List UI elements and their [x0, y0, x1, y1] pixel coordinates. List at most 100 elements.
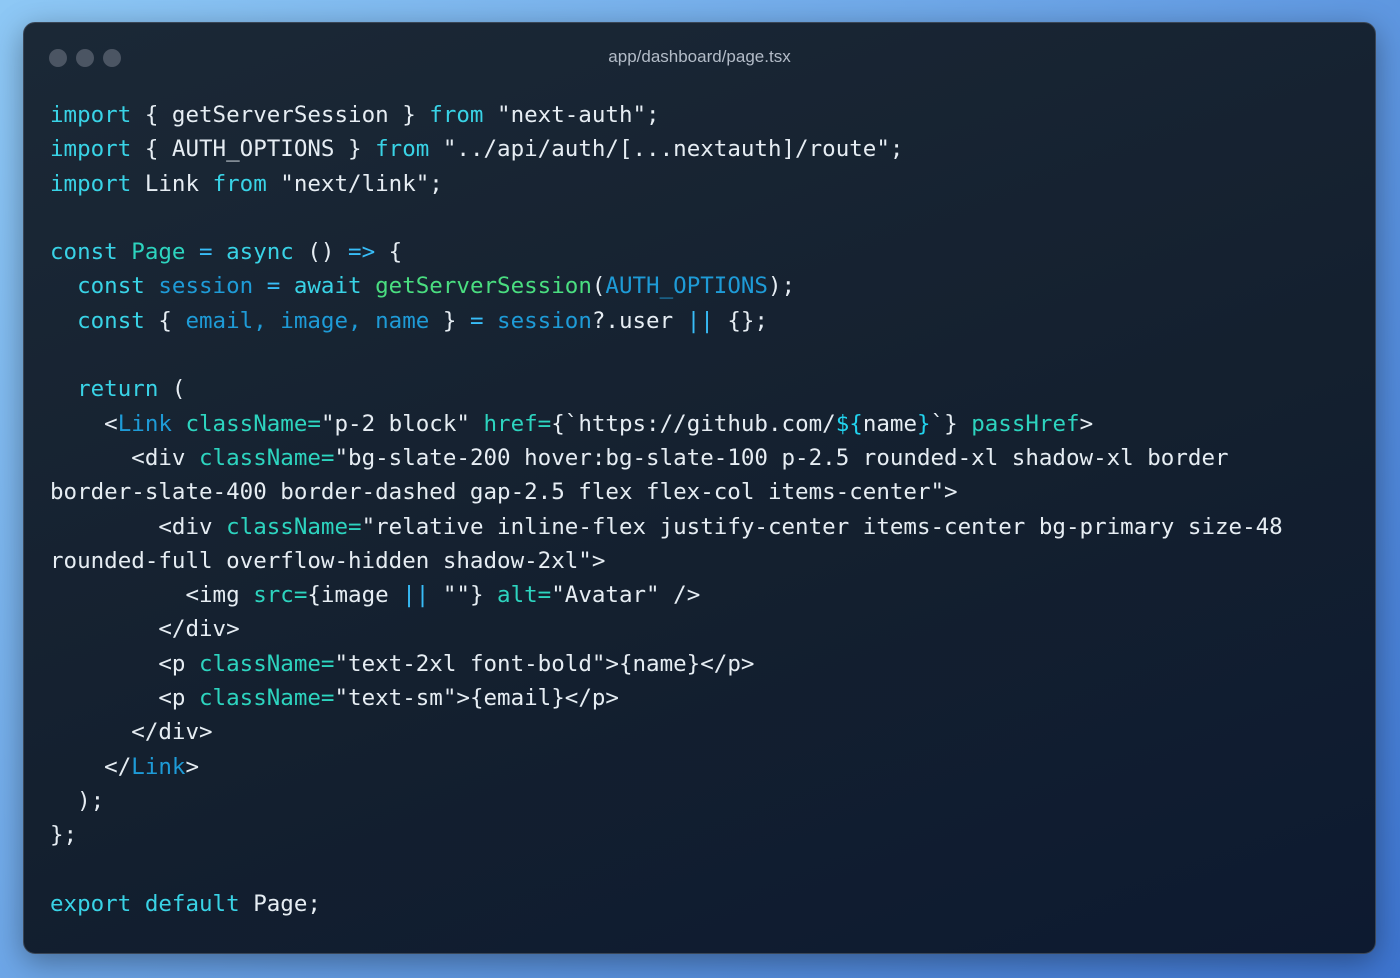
code-token: <p: [50, 685, 200, 712]
code-token: (: [158, 376, 186, 403]
code-token: async: [226, 239, 294, 266]
code-block[interactable]: import { getServerSession } from "next-a…: [50, 98, 1360, 921]
code-token: "bg-slate-200 hover:bg-slate-100 p-2.5 r…: [334, 444, 1229, 471]
code-line: const session = await getServerSession(A…: [50, 269, 1360, 303]
code-line: </div>: [50, 715, 1360, 749]
code-token: import: [50, 170, 132, 197]
code-token: Link: [131, 170, 213, 197]
code-token: className=: [199, 444, 335, 471]
code-token: return: [77, 376, 159, 403]
code-token: <p: [50, 650, 200, 677]
code-token: className=: [226, 513, 362, 540]
code-line: };: [50, 818, 1360, 852]
code-line: <p className="text-2xl font-bold">{name}…: [50, 647, 1360, 681]
code-line: </div>: [50, 612, 1360, 646]
code-token: {: [375, 239, 403, 266]
code-token: ?.user: [591, 307, 687, 334]
code-token: className=: [199, 650, 335, 677]
code-token: Page: [131, 239, 186, 266]
code-token: }: [429, 307, 470, 334]
code-token: </div>: [50, 719, 213, 746]
code-token: (): [293, 239, 349, 266]
code-line: <div className="bg-slate-200 hover:bg-sl…: [50, 441, 1360, 475]
code-token: "p-2 block": [320, 410, 484, 437]
code-token: };: [50, 822, 78, 849]
code-token: from: [429, 102, 484, 128]
code-line: import { getServerSession } from "next-a…: [50, 98, 1360, 132]
code-token: "next-auth";: [483, 102, 660, 128]
code-token: await: [293, 273, 362, 300]
code-line: import Link from "next/link";: [50, 167, 1360, 201]
code-line: export default Page;: [50, 887, 1360, 921]
code-token: const: [50, 239, 118, 266]
code-token: session: [497, 307, 592, 334]
code-line: rounded-full overflow-hidden shadow-2xl"…: [50, 544, 1360, 578]
code-token: className=: [199, 685, 335, 712]
code-token: export: [50, 890, 132, 917]
code-token: `}: [930, 410, 972, 437]
code-line: </Link>: [50, 750, 1360, 784]
code-token: ||: [402, 582, 430, 609]
code-token: from: [375, 136, 430, 163]
code-token: const: [77, 307, 145, 334]
code-token: Link: [131, 753, 186, 780]
code-token: "Avatar" />: [551, 582, 701, 609]
code-token: {image: [307, 582, 403, 609]
code-token: =: [469, 307, 484, 334]
code-line: <img src={image || ""} alt="Avatar" />: [50, 578, 1360, 612]
code-line: import { AUTH_OPTIONS } from "../api/aut…: [50, 132, 1360, 166]
code-token: className=: [185, 410, 321, 437]
code-token: <: [50, 410, 118, 437]
code-token: (: [591, 273, 606, 300]
code-token: getServerSession: [375, 273, 592, 300]
code-line: );: [50, 784, 1360, 818]
code-token: rounded-full overflow-hidden shadow-2xl"…: [50, 547, 606, 574]
code-token: ${: [835, 410, 863, 437]
code-line: const { email, image, name } = session?.…: [50, 304, 1360, 338]
code-token: default: [144, 890, 240, 917]
code-token: import: [50, 102, 132, 128]
code-token: session: [158, 273, 254, 300]
code-token: AUTH_OPTIONS: [605, 273, 768, 300]
code-token: <div: [50, 444, 200, 471]
code-token: }: [917, 410, 931, 437]
code-token: =: [253, 273, 294, 300]
code-token: ||: [686, 307, 714, 334]
code-token: );: [767, 273, 796, 300]
code-line: const Page = async () => {: [50, 235, 1360, 269]
code-line: border-slate-400 border-dashed gap-2.5 f…: [50, 475, 1360, 509]
code-token: { getServerSession }: [131, 102, 430, 128]
code-token: name: [862, 410, 917, 437]
code-token: {`https://github.com/: [551, 410, 836, 437]
code-token: const: [77, 273, 145, 300]
code-token: alt=: [497, 582, 552, 609]
code-window: app/dashboard/page.tsx import { getServe…: [23, 22, 1376, 954]
code-token: href=: [483, 410, 552, 437]
code-token: { AUTH_OPTIONS }: [131, 136, 376, 163]
code-token: =: [185, 239, 227, 266]
code-token: );: [50, 787, 105, 814]
code-line: <Link className="p-2 block" href={`https…: [50, 407, 1360, 441]
code-token: ""}: [429, 582, 498, 609]
code-token: {};: [713, 307, 768, 334]
code-line: <p className="text-sm">{email}</p>: [50, 681, 1360, 715]
code-token: "../api/auth/[...nextauth]/route";: [429, 136, 904, 163]
code-token: "relative inline-flex justify-center ite…: [361, 513, 1283, 540]
code-token: Link: [117, 410, 172, 437]
code-token: <div: [50, 513, 227, 540]
code-token: >: [1079, 410, 1094, 437]
code-token: =>: [348, 239, 376, 266]
code-token: border-slate-400 border-dashed gap-2.5 f…: [50, 479, 958, 506]
code-token: "next/link";: [266, 170, 443, 197]
code-token: src=: [253, 582, 308, 609]
code-line: return (: [50, 372, 1360, 406]
